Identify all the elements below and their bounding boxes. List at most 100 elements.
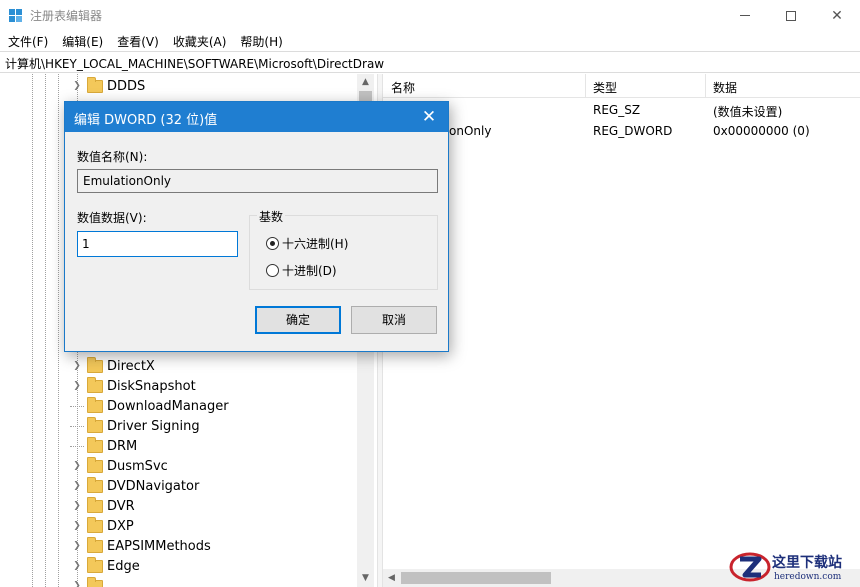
- tree-item-label: DVR: [107, 498, 135, 514]
- folder-icon: [87, 436, 103, 453]
- tree-connector: [70, 425, 84, 427]
- tree-item[interactable]: ❯ Edge: [70, 556, 140, 576]
- column-divider[interactable]: [585, 74, 586, 98]
- column-divider[interactable]: [705, 74, 706, 98]
- address-bar[interactable]: 计算机\HKEY_LOCAL_MACHINE\SOFTWARE\Microsof…: [0, 51, 860, 73]
- menu-favorites[interactable]: 收藏夹(A): [166, 31, 234, 51]
- tree-item-label: DownloadManager: [107, 398, 229, 414]
- folder-icon: [87, 536, 103, 553]
- radio-unchecked-icon[interactable]: [266, 264, 279, 277]
- list-header: 名称 类型 数据: [383, 74, 860, 98]
- watermark-logo-icon: [729, 552, 771, 582]
- watermark-text: 这里下载站: [772, 555, 842, 571]
- column-type-header[interactable]: 类型: [593, 79, 617, 96]
- close-icon: ✕: [831, 7, 843, 24]
- tree-item[interactable]: ❯ DiskSnapshot: [70, 376, 196, 396]
- tree-item[interactable]: ❯ DVDNavigator: [70, 476, 199, 496]
- tree-item-partial[interactable]: ❯: [70, 576, 107, 587]
- expand-chevron-icon[interactable]: ❯: [70, 481, 84, 491]
- value-data: 0x00000000 (0): [713, 124, 810, 138]
- menu-bar: 文件(F) 编辑(E) 查看(V) 收藏夹(A) 帮助(H): [0, 31, 290, 51]
- radio-dec-label: 十进制(D): [282, 264, 337, 278]
- regedit-app-icon: [9, 9, 23, 23]
- value-data-input[interactable]: 1: [77, 231, 238, 257]
- tree-item[interactable]: ❯ EAPSIMMethods: [70, 536, 211, 556]
- minimize-icon: [740, 15, 750, 16]
- scroll-left-arrow-icon[interactable]: ◀: [383, 569, 400, 587]
- tree-item[interactable]: ❯ DVR: [70, 496, 135, 516]
- menu-help[interactable]: 帮助(H): [233, 31, 289, 51]
- value-type: REG_SZ: [593, 103, 641, 117]
- tree-item-label: DXP: [107, 518, 134, 534]
- value-name-label: 数值名称(N):: [77, 150, 148, 164]
- folder-icon: [87, 76, 103, 93]
- scroll-up-arrow-icon[interactable]: ▲: [357, 74, 374, 91]
- folder-icon: [87, 356, 103, 373]
- folder-icon: [87, 396, 103, 413]
- tree-item[interactable]: DRM: [70, 436, 137, 456]
- value-data: (数值未设置): [713, 105, 783, 119]
- tree-guide-line: [32, 74, 33, 587]
- dialog-title: 编辑 DWORD (32 位)值: [65, 102, 448, 132]
- expand-chevron-icon[interactable]: ❯: [70, 81, 84, 91]
- menu-view[interactable]: 查看(V): [110, 31, 166, 51]
- radio-checked-icon[interactable]: [266, 237, 279, 250]
- radio-hex-label: 十六进制(H): [282, 237, 349, 251]
- column-name-header[interactable]: 名称: [391, 79, 415, 96]
- tree-guide-line: [45, 74, 46, 587]
- folder-icon: [87, 516, 103, 533]
- window-title: 注册表编辑器: [30, 9, 103, 23]
- expand-chevron-icon[interactable]: ❯: [70, 381, 84, 391]
- watermark-url: heredown.com: [774, 572, 842, 582]
- folder-icon: [87, 456, 103, 473]
- expand-chevron-icon[interactable]: ❯: [70, 521, 84, 531]
- edit-dword-dialog: 编辑 DWORD (32 位)值 ✕ 数值名称(N): EmulationOnl…: [64, 101, 449, 352]
- tree-item[interactable]: ❯ DirectX: [70, 356, 155, 376]
- folder-icon: [87, 496, 103, 513]
- tree-item[interactable]: DownloadManager: [70, 396, 229, 416]
- menu-file[interactable]: 文件(F): [0, 31, 55, 51]
- ok-button[interactable]: 确定: [255, 306, 341, 334]
- list-row[interactable]: onOnly REG_DWORD 0x00000000 (0): [383, 121, 860, 141]
- radio-hex[interactable]: 十六进制(H): [266, 235, 348, 252]
- folder-icon: [87, 576, 103, 587]
- tree-item[interactable]: ❯ DXP: [70, 516, 134, 536]
- value-type: REG_DWORD: [593, 124, 673, 138]
- folder-icon: [87, 416, 103, 433]
- close-button[interactable]: ✕: [814, 0, 860, 31]
- expand-chevron-icon[interactable]: ❯: [70, 561, 84, 571]
- maximize-icon: [786, 10, 796, 21]
- column-data-header[interactable]: 数据: [713, 79, 737, 96]
- base-label: 基数: [257, 208, 286, 225]
- list-row[interactable]: REG_SZ (数值未设置): [383, 100, 860, 120]
- tree-connector: [70, 405, 84, 407]
- tree-guide-line: [58, 74, 59, 587]
- menu-edit[interactable]: 编辑(E): [55, 31, 110, 51]
- expand-chevron-icon[interactable]: ❯: [70, 581, 84, 587]
- tree-item[interactable]: ❯ DDDS: [70, 76, 145, 96]
- expand-chevron-icon[interactable]: ❯: [70, 361, 84, 371]
- tree-item-label: DRM: [107, 438, 138, 454]
- expand-chevron-icon[interactable]: ❯: [70, 461, 84, 471]
- minimize-button[interactable]: [722, 0, 768, 31]
- tree-item-label: DusmSvc: [107, 458, 168, 474]
- folder-icon: [87, 476, 103, 493]
- tree-item[interactable]: ❯ DusmSvc: [70, 456, 168, 476]
- radio-dec[interactable]: 十进制(D): [266, 262, 337, 279]
- tree-item[interactable]: Driver Signing: [70, 416, 200, 436]
- values-list: 名称 类型 数据 REG_SZ (数值未设置) onOnly REG_DWORD…: [383, 74, 860, 587]
- tree-item-label: Edge: [107, 558, 140, 574]
- dialog-close-icon[interactable]: ✕: [412, 102, 446, 132]
- expand-chevron-icon[interactable]: ❯: [70, 501, 84, 511]
- tree-item-label: EAPSIMMethods: [107, 538, 211, 554]
- site-watermark: 这里下载站 heredown.com: [724, 546, 860, 587]
- expand-chevron-icon[interactable]: ❯: [70, 541, 84, 551]
- value-name: onOnly: [449, 124, 492, 138]
- cancel-button[interactable]: 取消: [351, 306, 437, 334]
- maximize-button[interactable]: [768, 0, 814, 31]
- scroll-thumb[interactable]: [401, 572, 551, 584]
- value-name-field: EmulationOnly: [77, 169, 438, 193]
- tree-item-label: Driver Signing: [107, 418, 200, 434]
- scroll-down-arrow-icon[interactable]: ▼: [357, 570, 374, 587]
- tree-item-label: DirectX: [107, 358, 155, 374]
